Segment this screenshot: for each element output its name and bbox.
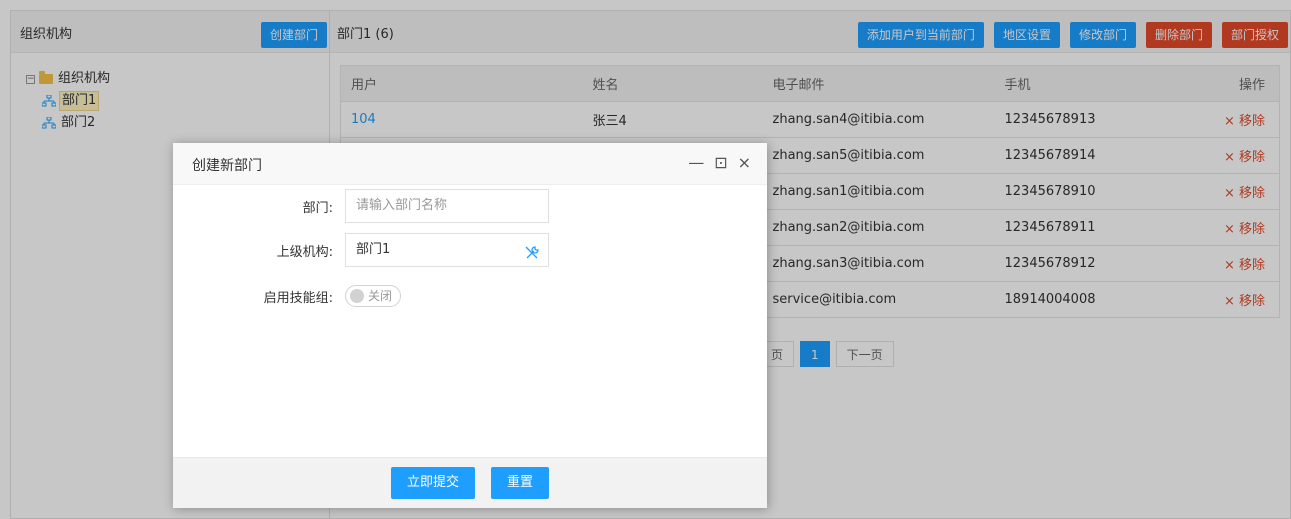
dept-name-input[interactable]: 请输入部门名称 xyxy=(345,189,549,223)
reset-button[interactable]: 重置 xyxy=(491,467,550,499)
maximize-icon[interactable]: ⊡ xyxy=(714,153,727,172)
dialog-controls: — ⊡ × xyxy=(688,153,751,172)
parent-label: 上级机构: xyxy=(276,244,333,260)
parent-org-input[interactable]: 部门1 xyxy=(345,233,549,267)
form-row-parent: 上级机构: 部门1 xyxy=(173,233,549,267)
submit-button[interactable]: 立即提交 xyxy=(390,467,475,499)
parent-org-value: 部门1 xyxy=(356,242,391,257)
dialog-body: 部门: 请输入部门名称 上级机构: 部门1 启用技能组: 关闭 xyxy=(173,185,767,457)
minimize-icon[interactable]: — xyxy=(688,153,704,172)
create-dept-dialog: 创建新部门 — ⊡ × 部门: 请输入部门名称 上级机构: 部门1 启用技能组:… xyxy=(173,143,767,508)
skill-label: 启用技能组: xyxy=(263,290,333,306)
form-row-skill: 启用技能组: 关闭 xyxy=(173,285,401,307)
dialog-title: 创建新部门 xyxy=(192,158,262,174)
dept-label: 部门: xyxy=(302,200,333,216)
form-row-dept: 部门: 请输入部门名称 xyxy=(173,189,549,223)
skill-group-toggle[interactable]: 关闭 xyxy=(345,285,401,307)
close-icon[interactable]: × xyxy=(738,153,751,172)
dialog-header: 创建新部门 — ⊡ × xyxy=(173,143,767,185)
tools-icon[interactable] xyxy=(524,242,540,259)
dialog-footer: 立即提交 重置 xyxy=(173,457,767,508)
